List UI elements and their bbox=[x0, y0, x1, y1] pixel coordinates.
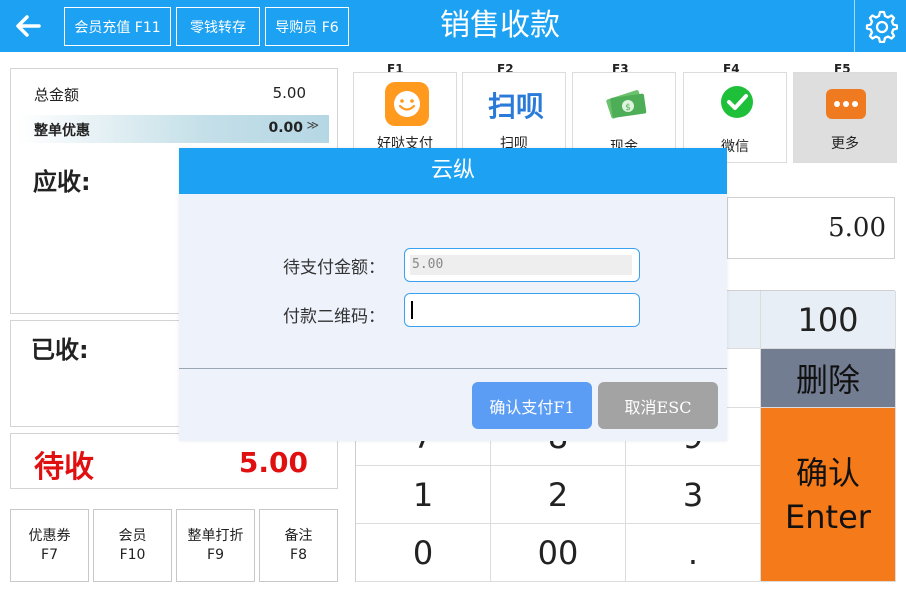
member-button-key: F10 bbox=[119, 547, 146, 563]
due-value: 5.00 bbox=[238, 446, 308, 479]
svg-text:$: $ bbox=[625, 103, 631, 113]
settings-button[interactable] bbox=[854, 0, 906, 52]
more-icon bbox=[826, 89, 866, 119]
order-discount-rate-label: 整单打折 bbox=[187, 528, 244, 544]
change-deposit-button[interactable]: 零钱转存 bbox=[176, 7, 260, 46]
pay-method-more-label: 更多 bbox=[831, 136, 859, 152]
coupon-button-label: 优惠券 bbox=[28, 528, 71, 544]
order-discount-label: 整单优惠 bbox=[34, 123, 90, 139]
amount-due-field: 5.00 bbox=[404, 248, 640, 282]
header-bar: 会员充值 F11 零钱转存 导购员 F6 销售收款 bbox=[0, 0, 906, 52]
received-label: 已收: bbox=[31, 336, 89, 364]
due-label: 待收 bbox=[34, 450, 94, 485]
key-100[interactable]: 100 bbox=[761, 291, 896, 349]
dialog-divider bbox=[179, 368, 727, 369]
member-button[interactable]: 会员 F10 bbox=[93, 509, 172, 582]
member-button-label: 会员 bbox=[118, 528, 147, 544]
coupon-button[interactable]: 优惠券 F7 bbox=[10, 509, 89, 582]
order-discount-value: 0.00 bbox=[268, 120, 303, 136]
note-button-key: F8 bbox=[290, 547, 307, 563]
haoda-pay-icon bbox=[385, 82, 429, 126]
cancel-button[interactable]: 取消ESC bbox=[598, 382, 718, 429]
amount-input-display[interactable]: 5.00 bbox=[727, 197, 895, 259]
receivable-label: 应收: bbox=[33, 168, 91, 196]
total-amount-label: 总金额 bbox=[34, 86, 80, 104]
key-3[interactable]: 3 bbox=[626, 466, 761, 524]
key-decimal[interactable]: . bbox=[626, 524, 761, 582]
key-2[interactable]: 2 bbox=[491, 466, 626, 524]
confirm-payment-button[interactable]: 确认支付F1 bbox=[472, 382, 592, 429]
note-button-label: 备注 bbox=[284, 528, 313, 544]
shopping-guide-button[interactable]: 导购员 F6 bbox=[265, 7, 349, 46]
total-amount-row: 总金额 5.00 bbox=[24, 84, 306, 104]
gear-icon bbox=[865, 10, 898, 43]
text-caret bbox=[411, 301, 413, 319]
yunzong-payment-dialog: 云纵 待支付金额： 5.00 付款二维码： 确认支付F1 取消ESC bbox=[179, 148, 727, 441]
cash-icon: $ bbox=[606, 90, 647, 119]
payment-qrcode-label: 付款二维码： bbox=[283, 307, 385, 327]
key-1[interactable]: 1 bbox=[356, 466, 491, 524]
chevron-down-icon: ≫ bbox=[306, 118, 319, 132]
payment-qrcode-input[interactable] bbox=[404, 293, 640, 327]
key-delete[interactable]: 删除 bbox=[761, 349, 896, 408]
order-discount-dropdown[interactable]: 整单优惠 0.00 ≫ bbox=[18, 115, 329, 143]
order-discount-rate-key: F9 bbox=[207, 547, 224, 563]
coupon-button-key: F7 bbox=[41, 547, 58, 563]
key-confirm-label: 确认 bbox=[795, 453, 860, 492]
amount-due-label: 待支付金额： bbox=[283, 258, 385, 278]
total-amount-value: 5.00 bbox=[272, 84, 306, 102]
key-enter-label: Enter bbox=[785, 497, 871, 536]
svg-text:扫呗: 扫呗 bbox=[488, 90, 544, 123]
key-00[interactable]: 00 bbox=[491, 524, 626, 582]
order-discount-rate-button[interactable]: 整单打折 F9 bbox=[176, 509, 255, 582]
arrow-left-icon bbox=[16, 15, 41, 37]
dialog-title: 云纵 bbox=[179, 148, 727, 194]
amount-due-value: 5.00 bbox=[410, 255, 632, 275]
back-button[interactable] bbox=[8, 8, 48, 44]
member-recharge-button[interactable]: 会员充值 F11 bbox=[64, 7, 171, 46]
saobei-icon: 扫呗 bbox=[488, 90, 544, 123]
wechat-icon bbox=[721, 86, 753, 118]
key-0[interactable]: 0 bbox=[356, 524, 491, 582]
note-button[interactable]: 备注 F8 bbox=[259, 509, 338, 582]
pay-method-more[interactable]: 更多 bbox=[793, 72, 897, 163]
page-title: 销售收款 bbox=[440, 8, 560, 43]
key-confirm-enter[interactable]: 确认 Enter bbox=[761, 408, 896, 582]
